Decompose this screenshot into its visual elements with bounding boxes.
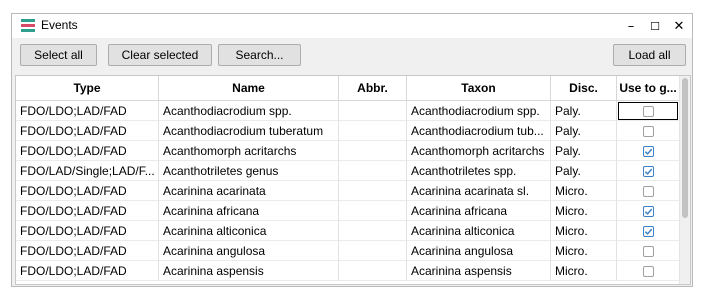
scrollbar-thumb[interactable]: [682, 78, 688, 218]
title-bar: Events – ☐ ✕: [12, 14, 692, 38]
cell-disc: Paly.: [551, 141, 617, 161]
cell-abbr: [339, 141, 407, 161]
use-checkbox[interactable]: [642, 205, 654, 217]
cell-use: [617, 141, 680, 161]
table-row[interactable]: FDO/LDO;LAD/FAD Acanthomorph acritarchs Ac…: [16, 141, 680, 161]
table-row[interactable]: FDO/LAD/Single;LAD/F... Acanthotriletes g…: [16, 161, 680, 181]
cell-abbr: [339, 161, 407, 181]
search-button[interactable]: Search...: [218, 44, 301, 66]
cell-type: FDO/LDO;LAD/FAD: [16, 101, 159, 121]
table-row[interactable]: FDO/LDO;LAD/FAD Acarinina aspensis Acarini…: [16, 261, 680, 281]
cell-abbr: [339, 181, 407, 201]
select-all-button[interactable]: Select all: [20, 44, 97, 66]
cell-name: Acarinina acarinata: [159, 181, 339, 201]
cell-type: FDO/LDO;LAD/FAD: [16, 141, 159, 161]
events-app-icon: [21, 19, 35, 33]
cell-use: [617, 201, 680, 221]
cell-disc: Paly.: [551, 161, 617, 181]
table-row[interactable]: FDO/LDO;LAD/FAD Acarinina acarinata Acarin…: [16, 181, 680, 201]
cell-disc: Micro.: [551, 181, 617, 201]
checkmark-icon: [644, 228, 652, 235]
table-row[interactable]: FDO/LDO;LAD/FAD Acanthodiacrodium tuberat…: [16, 121, 680, 141]
column-header-use[interactable]: Use to g...: [617, 76, 680, 100]
cell-type: FDO/LDO;LAD/FAD: [16, 221, 159, 241]
cell-taxon: Acarinina aspensis: [407, 261, 551, 281]
column-header-name[interactable]: Name: [159, 76, 339, 100]
cell-abbr: [339, 121, 407, 141]
cell-use: [617, 121, 680, 141]
use-checkbox[interactable]: [642, 125, 654, 137]
cell-use: [617, 101, 680, 121]
cell-name: Acarinina africana: [159, 201, 339, 221]
column-header-disc[interactable]: Disc.: [551, 76, 617, 100]
cell-use: [617, 221, 680, 241]
use-checkbox[interactable]: [642, 185, 654, 197]
cell-taxon: Acanthomorph acritarchs: [407, 141, 551, 161]
checkmark-icon: [644, 168, 652, 175]
cell-name: Acarinina alticonica: [159, 221, 339, 241]
cell-abbr: [339, 101, 407, 121]
cell-use: [617, 241, 680, 261]
column-header-taxon[interactable]: Taxon: [407, 76, 551, 100]
table-row[interactable]: FDO/LDO;LAD/FAD Acarinina angulosa Acarini…: [16, 241, 680, 261]
cell-name: Acarinina aspensis: [159, 261, 339, 281]
use-checkbox[interactable]: [642, 265, 654, 277]
cell-type: FDO/LDO;LAD/FAD: [16, 181, 159, 201]
cell-type: FDO/LDO;LAD/FAD: [16, 121, 159, 141]
cell-disc: Micro.: [551, 241, 617, 261]
table-row[interactable]: FDO/LDO;LAD/FAD Acanthodiacrodium spp. Aca…: [16, 101, 680, 121]
cell-taxon: Acanthodiacrodium spp.: [407, 101, 551, 121]
cell-taxon: Acanthodiacrodium tub...: [407, 121, 551, 141]
cell-taxon: Acarinina acarinata sl.: [407, 181, 551, 201]
cell-type: FDO/LDO;LAD/FAD: [16, 201, 159, 221]
cell-taxon: Acarinina alticonica: [407, 221, 551, 241]
column-header-type[interactable]: Type: [16, 76, 159, 100]
close-button[interactable]: ✕: [667, 14, 691, 38]
cell-disc: Micro.: [551, 201, 617, 221]
vertical-scrollbar[interactable]: [679, 76, 690, 284]
table-row[interactable]: FDO/LDO;LAD/FAD Acarinina africana Acarini…: [16, 201, 680, 221]
cell-taxon: Acarinina africana: [407, 201, 551, 221]
cell-abbr: [339, 201, 407, 221]
cell-name: Acanthotriletes genus: [159, 161, 339, 181]
table-header: Type Name Abbr. Taxon Disc. Use to g...: [16, 76, 680, 101]
column-header-abbr[interactable]: Abbr.: [339, 76, 407, 100]
events-table: Type Name Abbr. Taxon Disc. Use to g... …: [15, 75, 691, 285]
cell-abbr: [339, 241, 407, 261]
table-row[interactable]: FDO/LDO;LAD/FAD Acarinina alticonica Acari…: [16, 221, 680, 241]
use-checkbox[interactable]: [642, 245, 654, 257]
cell-name: Acanthodiacrodium spp.: [159, 101, 339, 121]
cell-type: FDO/LAD/Single;LAD/F...: [16, 161, 159, 181]
cell-disc: Paly.: [551, 121, 617, 141]
cell-disc: Paly.: [551, 101, 617, 121]
cell-use: [617, 261, 680, 281]
use-checkbox[interactable]: [642, 105, 654, 117]
cell-name: Acanthomorph acritarchs: [159, 141, 339, 161]
events-window: Events – ☐ ✕ Select all Clear selected S…: [11, 13, 693, 287]
cell-name: Acarinina angulosa: [159, 241, 339, 261]
cell-name: Acanthodiacrodium tuberatum: [159, 121, 339, 141]
maximize-button[interactable]: ☐: [643, 14, 667, 38]
minimize-button[interactable]: –: [619, 14, 643, 38]
clear-selected-button[interactable]: Clear selected: [108, 44, 212, 66]
cell-disc: Micro.: [551, 261, 617, 281]
cell-abbr: [339, 221, 407, 241]
cell-use: [617, 181, 680, 201]
cell-taxon: Acarinina angulosa: [407, 241, 551, 261]
use-checkbox[interactable]: [642, 145, 654, 157]
cell-taxon: Acanthotriletes spp.: [407, 161, 551, 181]
checkmark-icon: [644, 208, 652, 215]
cell-use: [617, 161, 680, 181]
checkmark-icon: [644, 148, 652, 155]
load-all-button[interactable]: Load all: [613, 44, 686, 66]
cell-abbr: [339, 261, 407, 281]
cell-disc: Micro.: [551, 221, 617, 241]
use-checkbox[interactable]: [642, 165, 654, 177]
use-checkbox[interactable]: [642, 225, 654, 237]
cell-type: FDO/LDO;LAD/FAD: [16, 261, 159, 281]
cell-type: FDO/LDO;LAD/FAD: [16, 241, 159, 261]
window-title: Events: [41, 18, 78, 32]
